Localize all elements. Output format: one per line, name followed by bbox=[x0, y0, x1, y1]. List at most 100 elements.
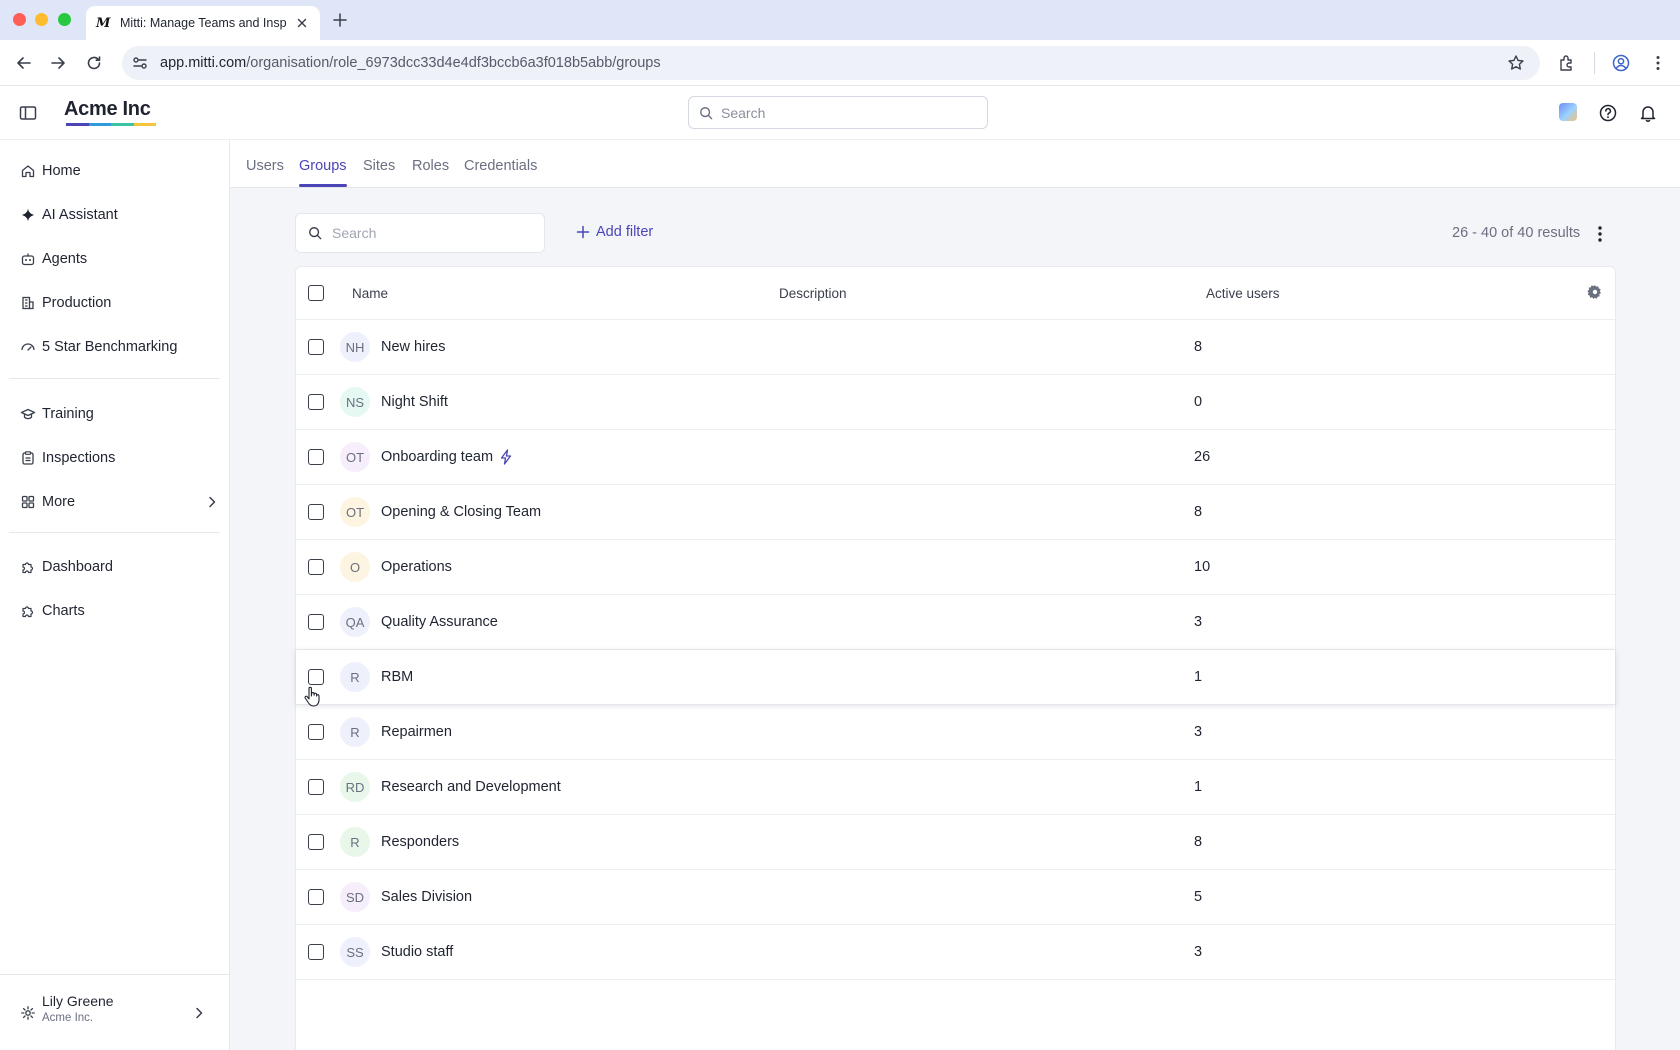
group-avatar: R bbox=[340, 662, 370, 692]
sidebar-toggle-icon[interactable] bbox=[18, 103, 38, 123]
extensions-icon[interactable] bbox=[1557, 53, 1577, 73]
window-close-button[interactable] bbox=[13, 13, 26, 26]
group-name[interactable]: New hires bbox=[381, 339, 445, 355]
user-name: Lily Greene bbox=[42, 993, 114, 1009]
row-checkbox[interactable] bbox=[308, 614, 324, 630]
new-tab-icon[interactable] bbox=[330, 10, 350, 30]
building-icon bbox=[22, 296, 34, 310]
toolbar-divider bbox=[1594, 52, 1595, 74]
forward-arrow-icon[interactable] bbox=[48, 53, 68, 73]
table-row[interactable]: SS Studio staff 3 bbox=[296, 925, 1615, 980]
tab-sites[interactable]: Sites bbox=[363, 158, 395, 174]
tab-users[interactable]: Users bbox=[246, 158, 284, 174]
add-filter-button[interactable]: Add filter bbox=[576, 224, 653, 240]
sidebar-item-label: Dashboard bbox=[42, 559, 113, 575]
row-checkbox[interactable] bbox=[308, 339, 324, 355]
browser-menu-icon[interactable] bbox=[1648, 53, 1668, 73]
bookmark-star-icon[interactable] bbox=[1506, 53, 1526, 73]
active-users-count: 1 bbox=[1194, 669, 1203, 685]
browser-tab-bar: M Mitti: Manage Teams and Insp bbox=[0, 0, 1680, 40]
table-row[interactable]: R Repairmen 3 bbox=[296, 705, 1615, 760]
help-icon[interactable] bbox=[1598, 103, 1618, 123]
tab-credentials[interactable]: Credentials bbox=[464, 158, 537, 174]
reload-icon[interactable] bbox=[84, 53, 104, 73]
sidebar-item-dashboard[interactable]: Dashboard bbox=[20, 553, 220, 581]
group-avatar: OT bbox=[340, 442, 370, 472]
sidebar-item-more[interactable]: More bbox=[20, 488, 220, 516]
group-name[interactable]: Operations bbox=[381, 559, 452, 575]
row-checkbox[interactable] bbox=[308, 944, 324, 960]
browser-tab[interactable]: M Mitti: Manage Teams and Insp bbox=[86, 6, 320, 40]
user-menu[interactable]: Lily Greene Acme Inc. bbox=[0, 974, 229, 1050]
select-all-checkbox[interactable] bbox=[308, 285, 324, 301]
group-name[interactable]: Onboarding team bbox=[381, 449, 513, 465]
window-maximize-button[interactable] bbox=[58, 13, 71, 26]
table-row[interactable]: R Responders 8 bbox=[296, 815, 1615, 870]
brand-logo[interactable]: Acme Inc bbox=[64, 98, 151, 121]
group-name[interactable]: Night Shift bbox=[381, 394, 448, 410]
gear-icon bbox=[21, 1006, 35, 1020]
ai-app-icon[interactable] bbox=[1559, 103, 1577, 121]
more-options-icon[interactable] bbox=[1592, 224, 1608, 244]
window-minimize-button[interactable] bbox=[35, 13, 48, 26]
table-row[interactable]: SD Sales Division 5 bbox=[296, 870, 1615, 925]
chevron-right-icon bbox=[196, 1007, 203, 1019]
column-header-name[interactable]: Name bbox=[352, 286, 388, 301]
search-icon bbox=[309, 227, 322, 240]
group-name[interactable]: Quality Assurance bbox=[381, 614, 498, 630]
row-checkbox[interactable] bbox=[308, 394, 324, 410]
app-header: Acme Inc bbox=[0, 86, 1680, 140]
global-search-input[interactable] bbox=[721, 104, 961, 121]
sidebar-item-inspections[interactable]: Inspections bbox=[20, 444, 220, 472]
table-row[interactable]: O Operations 10 bbox=[296, 540, 1615, 595]
table-row[interactable]: R RBM 1 bbox=[296, 650, 1615, 705]
column-header-active-users[interactable]: Active users bbox=[1206, 286, 1280, 301]
address-bar[interactable]: app.mitti.com/organisation/role_6973dcc3… bbox=[122, 46, 1540, 80]
tab-roles[interactable]: Roles bbox=[412, 158, 449, 174]
group-name[interactable]: Studio staff bbox=[381, 944, 453, 960]
group-name[interactable]: RBM bbox=[381, 669, 413, 685]
sidebar-item-charts[interactable]: Charts bbox=[20, 597, 220, 625]
row-checkbox[interactable] bbox=[308, 559, 324, 575]
global-search[interactable] bbox=[688, 96, 988, 129]
row-checkbox[interactable] bbox=[308, 889, 324, 905]
group-name[interactable]: Repairmen bbox=[381, 724, 452, 740]
sidebar-item-training[interactable]: Training bbox=[20, 400, 220, 428]
row-checkbox[interactable] bbox=[308, 669, 324, 685]
group-search-input[interactable] bbox=[332, 225, 532, 241]
row-checkbox[interactable] bbox=[308, 449, 324, 465]
table-row[interactable]: OT Onboarding team 26 bbox=[296, 430, 1615, 485]
group-search[interactable] bbox=[295, 213, 545, 253]
sidebar-item-agents[interactable]: Agents bbox=[20, 245, 220, 273]
sidebar-item-5-star-benchmarking[interactable]: 5 Star Benchmarking bbox=[20, 333, 220, 361]
group-name[interactable]: Research and Development bbox=[381, 779, 561, 795]
row-checkbox[interactable] bbox=[308, 834, 324, 850]
sidebar-item-home[interactable]: Home bbox=[20, 157, 220, 185]
tab-groups[interactable]: Groups bbox=[299, 158, 347, 174]
group-name[interactable]: Sales Division bbox=[381, 889, 472, 905]
sidebar-divider bbox=[9, 532, 220, 533]
column-settings-icon[interactable] bbox=[1587, 284, 1603, 300]
table-row[interactable]: RD Research and Development 1 bbox=[296, 760, 1615, 815]
notification-bell-icon[interactable] bbox=[1638, 103, 1658, 123]
profile-icon[interactable] bbox=[1611, 53, 1631, 73]
table-row[interactable]: NH New hires 8 bbox=[296, 320, 1615, 375]
table-row[interactable]: OT Opening & Closing Team 8 bbox=[296, 485, 1615, 540]
group-name[interactable]: Responders bbox=[381, 834, 459, 850]
column-header-description[interactable]: Description bbox=[779, 286, 847, 301]
sidebar-item-production[interactable]: Production bbox=[20, 289, 220, 317]
row-checkbox[interactable] bbox=[308, 504, 324, 520]
site-info-icon[interactable] bbox=[130, 53, 150, 73]
sidebar-item-label: Production bbox=[42, 295, 112, 311]
brand-stripe bbox=[133, 123, 156, 126]
row-checkbox[interactable] bbox=[308, 779, 324, 795]
row-checkbox[interactable] bbox=[308, 724, 324, 740]
table-row[interactable]: QA Quality Assurance 3 bbox=[296, 595, 1615, 650]
active-users-count: 0 bbox=[1194, 394, 1203, 410]
sidebar-item-ai-assistant[interactable]: AI Assistant bbox=[20, 201, 220, 229]
back-arrow-icon[interactable] bbox=[14, 53, 34, 73]
close-icon[interactable] bbox=[294, 15, 310, 31]
groups-table: Name Description Active users NH New hire… bbox=[295, 266, 1616, 1050]
group-name[interactable]: Opening & Closing Team bbox=[381, 504, 541, 520]
table-row[interactable]: NS Night Shift 0 bbox=[296, 375, 1615, 430]
